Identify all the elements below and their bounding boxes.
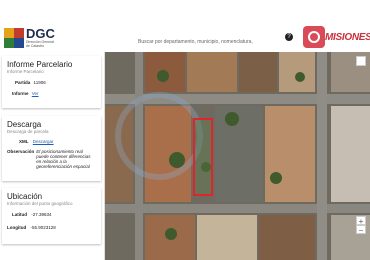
longitud-value: -55.9023128 — [30, 225, 56, 230]
selected-parcel[interactable] — [193, 118, 213, 196]
descarga-subtitle: Descarga de parcela — [7, 129, 49, 134]
informe-label: Informe — [12, 91, 29, 96]
latitud-value: -27.39634 — [31, 212, 52, 217]
tree — [165, 228, 177, 240]
xml-download-link[interactable]: Descargar — [33, 139, 54, 144]
observacion-row: Observación El posicionamiento real pued… — [2, 149, 101, 169]
observacion-text: El posicionamiento real puede contener d… — [36, 149, 91, 169]
latitud-label: Latitud — [12, 212, 27, 217]
tree — [295, 72, 305, 82]
top-bar: DGC Dirección General de Catastro Buscar… — [0, 0, 370, 64]
longitud-row: Longitud -55.9023128 — [2, 225, 101, 230]
zoom-out-button[interactable]: − — [356, 225, 366, 235]
misiones-badge-icon — [303, 26, 325, 48]
search-input[interactable]: Buscar por departamento, municipio, nome… — [134, 30, 282, 64]
ubicacion-card: Ubicación Información del punto geográfi… — [2, 188, 101, 244]
brand: DGC Dirección General de Catastro — [26, 27, 55, 48]
informe-title: Informe Parcelario — [7, 60, 73, 69]
partida-value: 11906 — [33, 80, 46, 85]
building-block — [187, 52, 237, 92]
descarga-card: Descarga Descarga de parcela XML Descarg… — [2, 116, 101, 181]
xml-row: XML Descargar — [2, 139, 101, 144]
tree — [270, 172, 282, 184]
map-canvas[interactable]: + − — [105, 52, 370, 260]
dgc-logo-icon — [4, 28, 24, 48]
misiones-logo: MISIONES — [303, 26, 370, 48]
building-block — [197, 215, 257, 260]
informe-card: Informe Parcelario Informe Parcelario Pa… — [2, 56, 101, 108]
informe-subtitle: Informe Parcelario — [7, 69, 44, 74]
partida-row: Partida 11906 — [2, 80, 101, 85]
building-block — [265, 106, 315, 202]
latitud-row: Latitud -27.39634 — [2, 212, 101, 217]
zoom-in-button[interactable]: + — [356, 216, 366, 226]
tree — [225, 112, 239, 126]
road-horizontal-bottom — [105, 204, 370, 213]
question-icon[interactable]: ? — [285, 33, 293, 41]
building-block — [215, 106, 263, 202]
ubicacion-subtitle: Información del punto geográfico — [7, 201, 73, 206]
ubicacion-title: Ubicación — [7, 192, 43, 201]
building-block — [259, 215, 315, 260]
watermark-ring — [115, 92, 203, 180]
informe-link[interactable]: Ver — [32, 91, 39, 96]
brand-subtitle-2: de Catastro — [26, 44, 45, 48]
longitud-label: Longitud — [7, 225, 27, 230]
misiones-logo-text: MISIONES — [325, 32, 370, 43]
zoom-controls: + − — [356, 216, 366, 235]
partida-label: Partida — [15, 80, 31, 85]
observacion-label: Observación — [7, 149, 35, 154]
fullscreen-icon[interactable] — [356, 56, 366, 66]
descarga-title: Descarga — [7, 120, 42, 129]
building-block — [331, 106, 370, 202]
xml-label: XML — [19, 139, 29, 144]
informe-row: Informe Ver — [2, 91, 101, 96]
road-vertical-right — [317, 52, 327, 260]
brand-title: DGC — [26, 26, 55, 41]
side-panel: Informe Parcelario Informe Parcelario Pa… — [0, 52, 105, 260]
tree — [157, 70, 169, 82]
building-block — [239, 52, 277, 92]
